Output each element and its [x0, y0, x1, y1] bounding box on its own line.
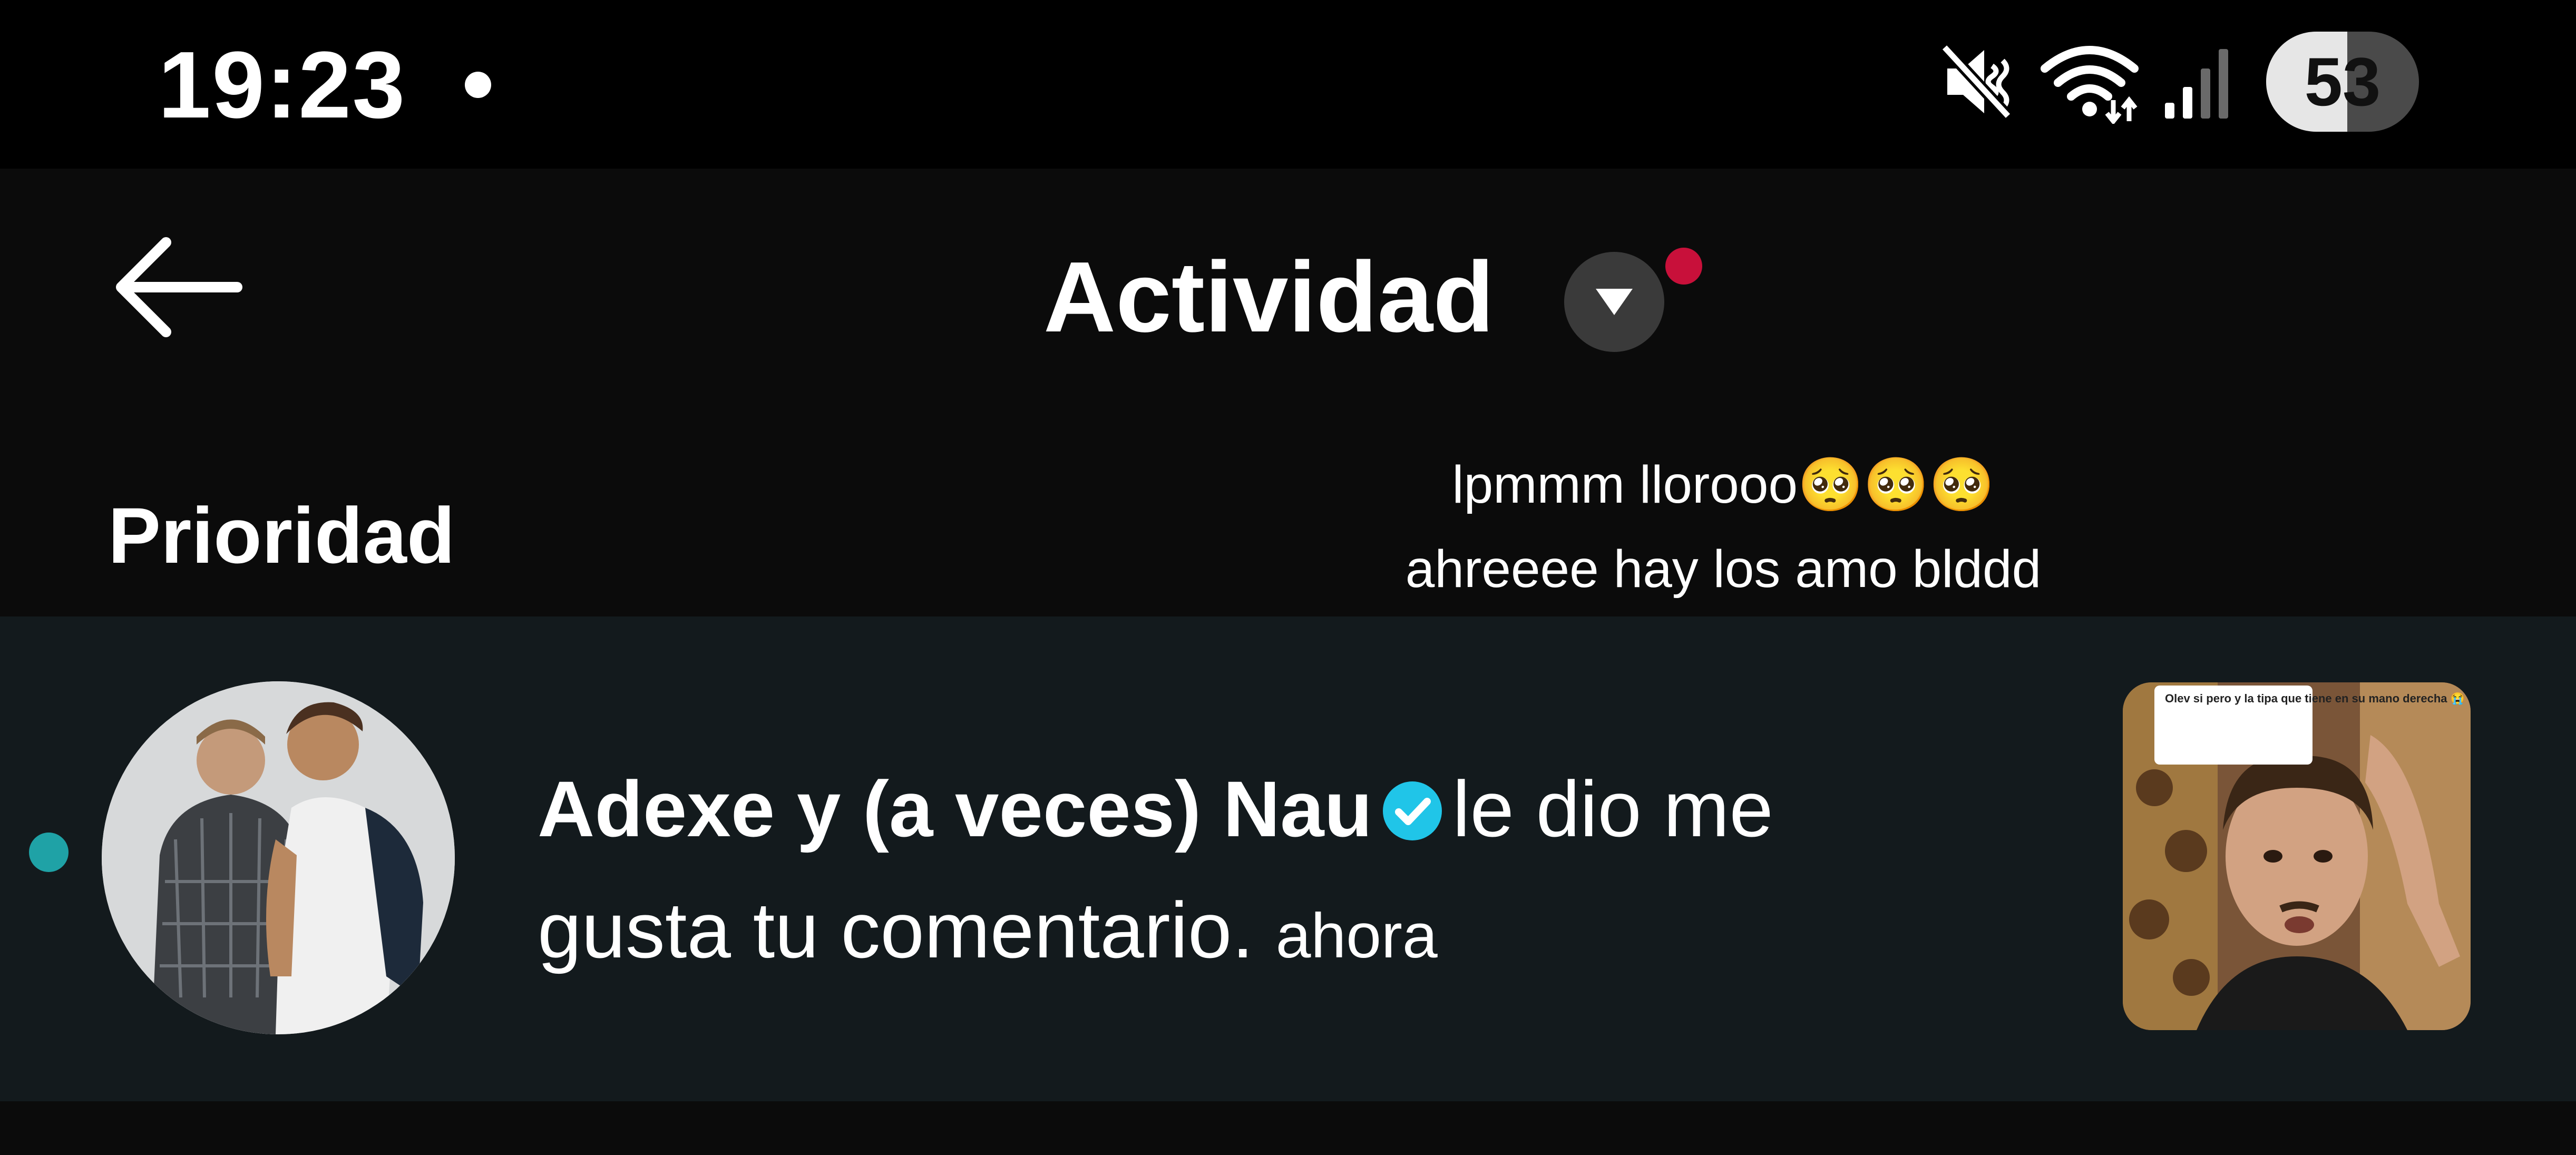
comment-line-1: lpmmm llorooo🥺🥺🥺 [1452, 455, 1995, 514]
thumbnail-caption-text: Olev si pero y la tipa que tiene en su m… [2165, 692, 2465, 705]
battery-indicator: 53 [2266, 32, 2419, 132]
status-bar: 19:23 53 [0, 0, 2576, 169]
notification-time: ahora [1275, 900, 1438, 971]
battery-level: 53 [2304, 43, 2381, 120]
signal-icon [2165, 49, 2228, 119]
unread-indicator-dot [1665, 248, 1702, 285]
status-time: 19:23 [158, 32, 406, 138]
chevron-down-icon [1596, 289, 1633, 315]
back-arrow-icon[interactable] [111, 232, 242, 342]
thumbnail-image: Olev si pero y la tipa que tiene en su m… [2123, 682, 2471, 1030]
account-name[interactable]: Adexe y (a veces) Nau [538, 765, 1372, 853]
wifi-icon [2041, 46, 2139, 124]
notification-indicator-dot [465, 72, 491, 98]
verified-badge-icon [1383, 781, 1442, 840]
mute-icon [1940, 43, 2013, 120]
notification-text[interactable]: Adexe y (a veces) Nau le dio me gusta tu … [538, 748, 1960, 996]
section-title: Prioridad [108, 491, 455, 580]
avatar-image [102, 681, 455, 1034]
video-thumbnail[interactable]: Olev si pero y la tipa que tiene en su m… [2123, 682, 2471, 1030]
comment-overlay: lpmmm llorooo🥺🥺🥺 ahreeee hay los amo bld… [1302, 443, 2145, 611]
comment-line-2: ahreeee hay los amo blddd [1405, 540, 2042, 599]
activity-screen: 19:23 53 Actividad Prioridad lpmmm lloro… [0, 0, 2576, 1155]
avatar[interactable] [102, 681, 455, 1034]
bottom-area [0, 1101, 2576, 1155]
filter-dropdown-button[interactable] [1564, 252, 1664, 352]
unread-dot [29, 833, 69, 872]
page-title[interactable]: Actividad [1043, 240, 1494, 355]
